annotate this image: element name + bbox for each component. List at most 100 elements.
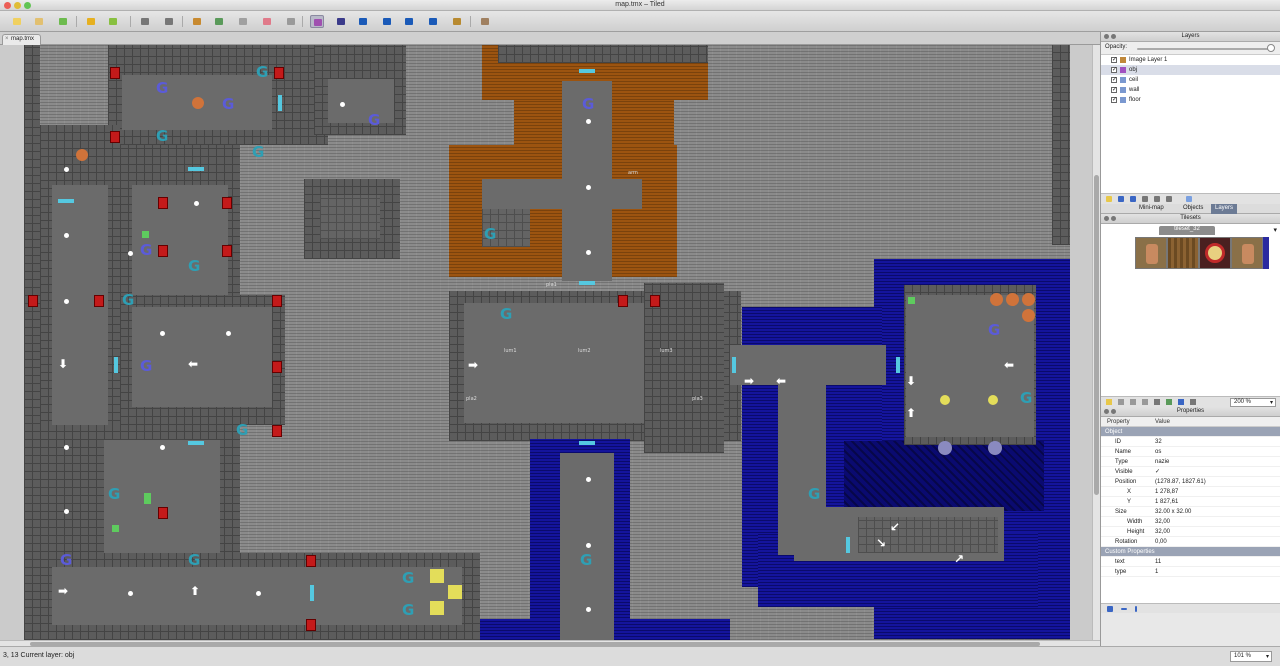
- eraser-icon[interactable]: [260, 15, 274, 28]
- new-layer-icon[interactable]: [1106, 196, 1112, 202]
- property-value[interactable]: 32.00 x 32.00: [1153, 509, 1280, 515]
- property-row[interactable]: Size 32.00 x 32.00: [1101, 507, 1280, 517]
- opacity-slider[interactable]: [1137, 48, 1270, 50]
- tileset-tab[interactable]: tileset_32: [1159, 226, 1215, 235]
- command-icon[interactable]: [138, 15, 152, 28]
- close-panel-icon[interactable]: [1104, 409, 1109, 414]
- new-tileset-icon[interactable]: [1106, 399, 1112, 405]
- property-row[interactable]: text 11: [1101, 557, 1280, 567]
- insert-polygon-icon[interactable]: [402, 15, 416, 28]
- property-value[interactable]: ✓: [1153, 468, 1280, 475]
- rect-select-icon[interactable]: [284, 15, 298, 28]
- random-mode-icon[interactable]: [162, 15, 176, 28]
- layer-row[interactable]: ✓ obj: [1101, 65, 1280, 75]
- layer-visibility-checkbox[interactable]: ✓: [1111, 87, 1117, 93]
- raise-layer-icon[interactable]: [1118, 196, 1124, 202]
- tab-mini-map[interactable]: Mini-map: [1135, 204, 1168, 214]
- property-row[interactable]: Height 32,00: [1101, 527, 1280, 537]
- save-map-icon[interactable]: [56, 15, 70, 28]
- property-row[interactable]: type 1: [1101, 567, 1280, 577]
- layer-visibility-checkbox[interactable]: ✓: [1111, 67, 1117, 73]
- opacity-slider-handle[interactable]: [1267, 44, 1275, 52]
- magic-wand-icon[interactable]: [310, 15, 324, 28]
- property-value[interactable]: 1 278,87: [1153, 489, 1280, 495]
- tile-character[interactable]: [1231, 237, 1263, 269]
- close-panel-icon[interactable]: [1104, 216, 1109, 221]
- property-group-row[interactable]: Custom Properties: [1101, 547, 1280, 557]
- tile-emblem[interactable]: [1199, 237, 1231, 269]
- property-value[interactable]: 32,00: [1153, 519, 1280, 525]
- layer-visibility-checkbox[interactable]: ✓: [1111, 57, 1117, 63]
- property-row[interactable]: Width 32,00: [1101, 517, 1280, 527]
- insert-rectangle-icon[interactable]: [356, 15, 370, 28]
- remove-tiles-icon[interactable]: [1190, 399, 1196, 405]
- undo-icon[interactable]: [84, 15, 98, 28]
- remove-property-icon[interactable]: [1121, 608, 1127, 610]
- map-canvas[interactable]: G G G G G G G G G G G G G G G G G G G G …: [24, 45, 1070, 640]
- property-row[interactable]: ID 32: [1101, 437, 1280, 447]
- tileset-zoom-select[interactable]: 200 % ▾: [1230, 398, 1276, 407]
- insert-ellipse-icon[interactable]: [380, 15, 394, 28]
- lower-layer-icon[interactable]: [1130, 196, 1136, 202]
- tileset-view[interactable]: tileset_32 ▾: [1101, 224, 1280, 396]
- delete-tileset-icon[interactable]: [1154, 399, 1160, 405]
- layer-visibility-checkbox[interactable]: ✓: [1111, 97, 1117, 103]
- bucket-fill-icon[interactable]: [236, 15, 250, 28]
- layer-properties-icon[interactable]: [1186, 196, 1192, 202]
- new-map-icon[interactable]: [10, 15, 24, 28]
- map-zoom-select[interactable]: 101 % ▾: [1230, 651, 1272, 662]
- insert-tile-icon[interactable]: [450, 15, 464, 28]
- tileset-properties-icon[interactable]: [1142, 399, 1148, 405]
- property-value[interactable]: 1: [1153, 569, 1280, 575]
- property-value[interactable]: (1278.87, 1827.61): [1153, 479, 1280, 485]
- float-panel-icon[interactable]: [1111, 34, 1116, 39]
- layer-row[interactable]: ✓ Image Layer 1: [1101, 55, 1280, 65]
- import-tileset-icon[interactable]: [1118, 399, 1124, 405]
- tileset-menu-icon[interactable]: ▾: [1273, 226, 1277, 234]
- property-value[interactable]: 32,00: [1153, 529, 1280, 535]
- terrain-brush-icon[interactable]: [212, 15, 226, 28]
- map-view[interactable]: G G G G G G G G G G G G G G G G G G G G …: [0, 45, 1092, 640]
- property-value[interactable]: os: [1153, 449, 1280, 455]
- property-row[interactable]: Y 1 827,61: [1101, 497, 1280, 507]
- add-property-icon[interactable]: [1107, 606, 1113, 612]
- tab-objects[interactable]: Objects: [1179, 204, 1207, 214]
- settings-icon[interactable]: [478, 15, 492, 28]
- close-tab-icon[interactable]: ×: [5, 36, 9, 42]
- tab-layers[interactable]: Layers: [1211, 204, 1238, 214]
- layer-visibility-checkbox[interactable]: ✓: [1111, 77, 1117, 83]
- property-value[interactable]: 0,00: [1153, 539, 1280, 545]
- layer-visibility-icon[interactable]: [1166, 196, 1172, 202]
- edit-terrain-icon[interactable]: [1166, 399, 1172, 405]
- layer-row[interactable]: ✓ ceil: [1101, 75, 1280, 85]
- add-tiles-icon[interactable]: [1178, 399, 1184, 405]
- select-objects-icon[interactable]: [334, 15, 348, 28]
- property-row[interactable]: X 1 278,87: [1101, 487, 1280, 497]
- scroll-thumb[interactable]: [1094, 175, 1099, 495]
- property-group-row[interactable]: Object: [1101, 427, 1280, 437]
- tile-character[interactable]: [1135, 237, 1167, 269]
- document-tab[interactable]: × map.tmx: [2, 34, 42, 45]
- property-value[interactable]: nazie: [1153, 459, 1280, 465]
- property-value[interactable]: 1 827,61: [1153, 499, 1280, 505]
- redo-icon[interactable]: [106, 15, 120, 28]
- property-row[interactable]: Type nazie: [1101, 457, 1280, 467]
- property-row[interactable]: Name os: [1101, 447, 1280, 457]
- vertical-scrollbar[interactable]: [1092, 45, 1100, 640]
- property-value[interactable]: 11: [1153, 559, 1280, 565]
- rename-property-icon[interactable]: [1135, 606, 1137, 612]
- delete-layer-icon[interactable]: [1154, 196, 1160, 202]
- float-panel-icon[interactable]: [1111, 216, 1116, 221]
- property-value[interactable]: 32: [1153, 439, 1280, 445]
- stamp-brush-icon[interactable]: [190, 15, 204, 28]
- tile-partial[interactable]: [1263, 237, 1269, 269]
- export-tileset-icon[interactable]: [1130, 399, 1136, 405]
- float-panel-icon[interactable]: [1111, 409, 1116, 414]
- layer-row[interactable]: ✓ floor: [1101, 95, 1280, 105]
- tile-wood[interactable]: [1167, 237, 1199, 269]
- insert-polyline-icon[interactable]: [426, 15, 440, 28]
- close-panel-icon[interactable]: [1104, 34, 1109, 39]
- property-row[interactable]: Position (1278.87, 1827.61): [1101, 477, 1280, 487]
- open-map-icon[interactable]: [32, 15, 46, 28]
- property-row[interactable]: Rotation 0,00: [1101, 537, 1280, 547]
